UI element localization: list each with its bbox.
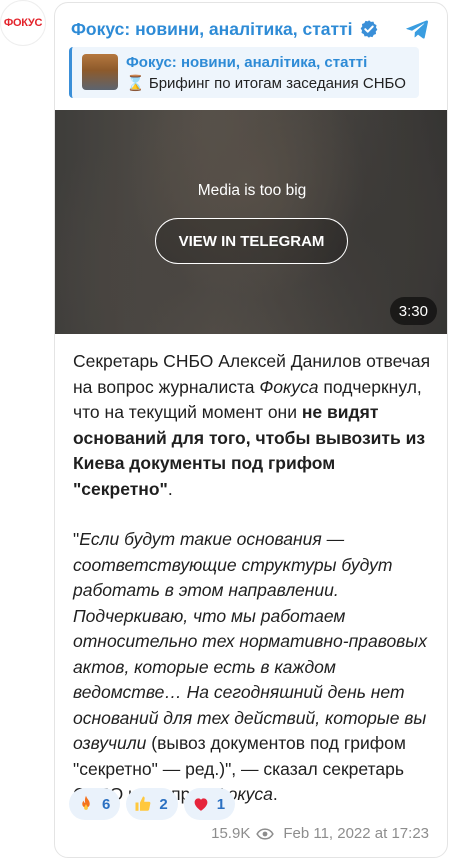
reaction-fire[interactable]: 6 xyxy=(69,788,121,820)
channel-name[interactable]: Фокус: новини, аналітика, статті xyxy=(71,19,353,40)
reaction-heart[interactable]: 1 xyxy=(183,788,236,820)
eye-icon xyxy=(256,827,275,840)
reaction-count: 6 xyxy=(102,795,111,813)
reply-title: Фокус: новини, аналітика, статті xyxy=(126,54,368,71)
post-paragraph-2: "Если будут такие основания — соответств… xyxy=(73,527,435,808)
post-paragraph-1: Секретарь СНБО Алексей Данилов отвечая н… xyxy=(73,349,435,502)
italic-text: Фокуса xyxy=(259,376,319,397)
message-footer: 15.9K Feb 11, 2022 at 17:23 xyxy=(211,825,429,842)
post-text: Секретарь СНБО Алексей Данилов отвечая н… xyxy=(73,349,435,833)
avatar-logo-text: ФОКУС xyxy=(3,17,43,29)
reply-preview-text: Брифинг по итогам заседания СНБО xyxy=(148,75,406,92)
message-date[interactable]: Feb 11, 2022 at 17:23 xyxy=(283,825,429,842)
view-count: 15.9K xyxy=(211,825,251,842)
reply-thumbnail xyxy=(82,54,118,90)
reaction-thumbs-up[interactable]: 2 xyxy=(126,788,178,820)
thumbs-up-icon xyxy=(135,796,151,811)
video-duration-badge: 3:30 xyxy=(389,297,437,325)
reactions-bar: 6 2 1 xyxy=(69,788,236,820)
reaction-count: 1 xyxy=(216,795,226,813)
heart-icon xyxy=(194,798,208,811)
reply-preview[interactable]: Фокус: новини, аналітика, статті ⌛ Брифи… xyxy=(69,47,419,98)
view-in-telegram-button[interactable]: VIEW IN TELEGRAM xyxy=(155,218,348,264)
telegram-icon[interactable] xyxy=(405,16,431,42)
quote-text: Если будут такие основания — соответству… xyxy=(73,529,427,753)
channel-avatar[interactable]: ФОКУС xyxy=(0,0,46,46)
text-run: . xyxy=(272,784,278,804)
text-run: . xyxy=(167,478,173,499)
reaction-count: 2 xyxy=(159,795,168,813)
message-header: Фокус: новини, аналітика, статті xyxy=(71,15,431,43)
media-too-big-message: Media is too big xyxy=(197,182,307,199)
fire-icon xyxy=(82,795,90,810)
message-card: Фокус: новини, аналітика, статті Фокус: … xyxy=(54,2,448,858)
reply-text: ⌛ Брифинг по итогам заседания СНБО xyxy=(126,74,416,92)
hourglass-icon: ⌛ xyxy=(126,75,145,92)
verified-badge-icon xyxy=(360,20,377,38)
video-placeholder[interactable]: Media is too big VIEW IN TELEGRAM 3:30 xyxy=(55,110,447,334)
